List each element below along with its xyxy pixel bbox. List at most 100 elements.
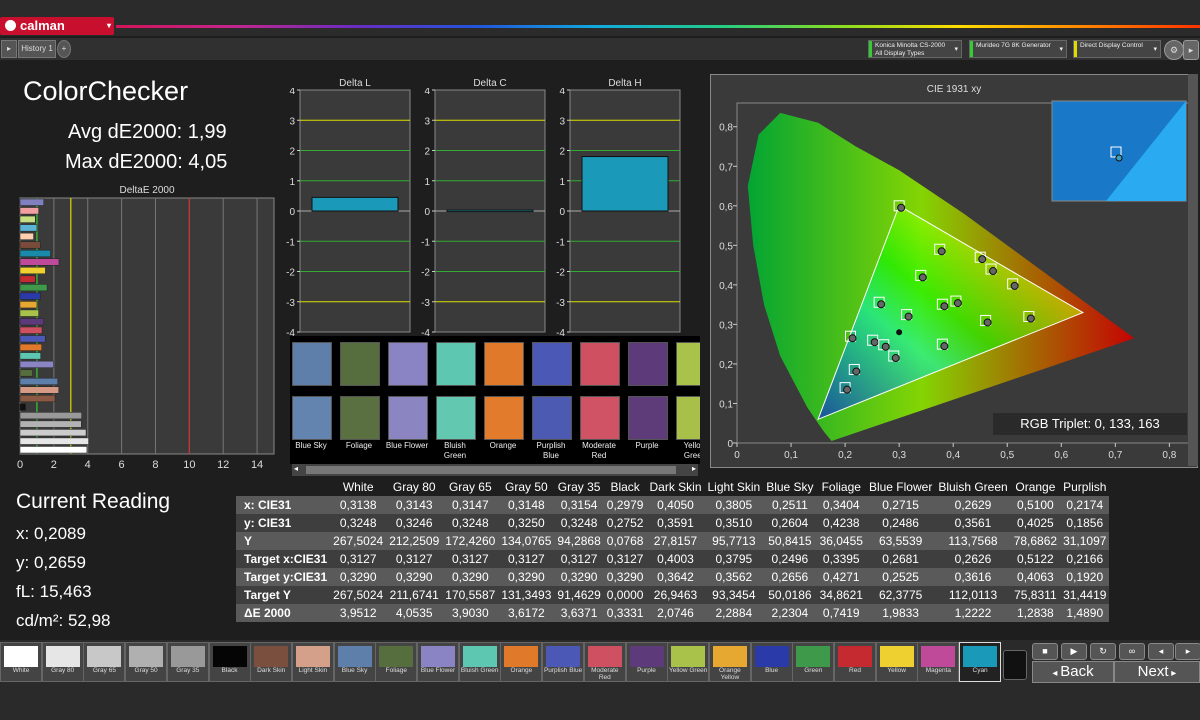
swatch-button[interactable]: Blue Flower	[417, 642, 459, 682]
step-back-icon[interactable]: ◂	[1148, 643, 1174, 660]
link-icon[interactable]: ∞	[1119, 643, 1145, 660]
table-cell: 0,0000	[603, 586, 647, 604]
swatch-button[interactable]: Cyan	[959, 642, 1002, 682]
loop-icon[interactable]: ↻	[1090, 643, 1116, 660]
swatch-button[interactable]: Orange	[500, 642, 543, 682]
swatch-button[interactable]: Blue Sky	[333, 642, 376, 682]
patch-scrollbar[interactable]: ◂ ▸	[292, 464, 698, 476]
measured-patch	[436, 396, 476, 440]
deltae-bar	[19, 403, 26, 411]
swatch-button[interactable]: Foliage	[375, 642, 418, 682]
swatch-color	[838, 646, 872, 667]
device-name: Konica Minolta CS-2000	[875, 42, 946, 49]
swatch-button[interactable]: Yellow Green	[667, 642, 710, 682]
step-forward-icon[interactable]: ▸	[1175, 643, 1200, 660]
y-tick-label: 2	[559, 147, 565, 158]
next-button[interactable]: Next ▸	[1114, 661, 1200, 683]
swatch-button[interactable]: Light Skin	[291, 642, 334, 682]
tab-history-1[interactable]: History 1	[18, 40, 56, 58]
swatch-button[interactable]: Magenta	[917, 642, 960, 682]
swatch-color	[295, 646, 330, 667]
swatch-button[interactable]: Purple	[625, 642, 668, 682]
y-tick-label: 0	[289, 207, 295, 218]
chevron-down-icon: ▾	[1059, 46, 1063, 53]
table-cell: 0,3404	[816, 496, 866, 514]
x-tick-label: 6	[119, 459, 125, 471]
swatch-button[interactable]: Orange Yellow	[708, 642, 751, 682]
avg-de-value: Avg dE2000: 1,99	[68, 121, 227, 143]
play-icon[interactable]: ▶	[1061, 643, 1087, 660]
delta-bar	[581, 156, 669, 212]
stop-icon[interactable]: ■	[1032, 643, 1058, 660]
back-button[interactable]: ◂ Back	[1032, 661, 1114, 683]
swatch-button[interactable]: Gray 35	[166, 642, 209, 682]
x-tick-label: 0	[734, 450, 740, 461]
swatch-button[interactable]: Black	[208, 642, 251, 682]
delta-graph: 43210-1-2-3-4	[556, 88, 681, 339]
table-cell: 0,2174	[1060, 496, 1110, 514]
deltae-chart-title: DeltaE 2000	[119, 185, 175, 196]
x-tick-label: 14	[251, 459, 263, 471]
swatch-label: Foliage	[385, 667, 407, 674]
measured-patch	[484, 396, 524, 440]
table-cell: 0,3138	[330, 496, 387, 514]
delta-graph: 43210-1-2-3-4	[286, 88, 411, 339]
table-cell: 0,5100	[1010, 496, 1061, 514]
swatch-label: Purplish Blue	[543, 667, 583, 674]
back-label: Back	[1060, 663, 1094, 680]
measured-patch	[292, 396, 332, 440]
column-header	[236, 478, 330, 496]
play-icon[interactable]: ▸	[1183, 40, 1199, 60]
measured-marker	[843, 385, 852, 394]
swatch-button[interactable]: Moderate Red	[583, 642, 626, 682]
row-label: Target y:CIE31	[236, 568, 331, 586]
deltae-bar	[19, 301, 38, 309]
calman-logo[interactable]: calman ▾	[0, 17, 114, 35]
swatch-button[interactable]: Blue	[750, 642, 793, 682]
swatch-button[interactable]: Purplish Blue	[542, 642, 585, 682]
device-status-indicator	[1074, 41, 1077, 57]
table-cell: 0,2626	[935, 550, 1011, 568]
device-display[interactable]: Direct Display Control ▾	[1073, 40, 1161, 58]
deltae-bar	[19, 232, 34, 240]
y-tick-label: 0,1	[719, 399, 733, 410]
swatch-button[interactable]: Red	[834, 642, 876, 682]
scroll-left-icon[interactable]: ◂	[294, 464, 298, 473]
right-scrollbar[interactable]	[1188, 74, 1198, 466]
deltae-bar	[19, 386, 60, 394]
swatch-button[interactable]: Gray 50	[125, 642, 168, 682]
add-tab-button[interactable]: +	[57, 40, 71, 58]
swatch-button[interactable]: Gray 65	[83, 642, 126, 682]
swatch-button[interactable]: White	[0, 642, 42, 682]
swatch-button[interactable]: Dark Skin	[250, 642, 293, 682]
table-cell: 93,3454	[704, 586, 764, 604]
row-label: Target x:CIE31	[236, 550, 331, 568]
swatch-button[interactable]: Bluish Green	[458, 642, 501, 682]
y-tick-label: -2	[286, 268, 295, 279]
table-cell: 31,4419	[1060, 586, 1110, 604]
deltae-bar	[19, 249, 51, 257]
swatch-color	[254, 646, 289, 667]
measured-marker	[877, 300, 886, 309]
measured-patch	[388, 396, 428, 440]
display-icon[interactable]	[1003, 650, 1027, 680]
tab-scroll-left-button[interactable]: ▸	[1, 40, 17, 58]
settings-gear-icon[interactable]: ⚙	[1164, 40, 1184, 60]
swatch-label: Red	[849, 667, 861, 674]
device-generator[interactable]: Murideo 7G 8K Generator ▾	[969, 40, 1067, 58]
y-tick-label: 0,4	[719, 281, 733, 292]
patch-label: Purple	[635, 441, 659, 450]
scroll-right-icon[interactable]: ▸	[692, 464, 696, 473]
scroll-thumb[interactable]	[306, 466, 676, 474]
swatch-button[interactable]: Yellow	[875, 642, 918, 682]
device-meter[interactable]: Konica Minolta CS-2000 All Display Types…	[868, 40, 962, 58]
swatch-button[interactable]: Gray 80	[41, 642, 84, 682]
swatch-label: Purple	[637, 667, 656, 674]
table-cell: 0,4025	[1010, 514, 1061, 532]
swatch-label: Moderate Red	[591, 667, 619, 681]
swatch-label: Green	[804, 667, 823, 674]
table-cell: 31,1097	[1060, 532, 1110, 550]
swatch-button[interactable]: Green	[792, 642, 835, 682]
table-cell: 0,2496	[763, 550, 817, 568]
swatch-color	[462, 646, 497, 667]
